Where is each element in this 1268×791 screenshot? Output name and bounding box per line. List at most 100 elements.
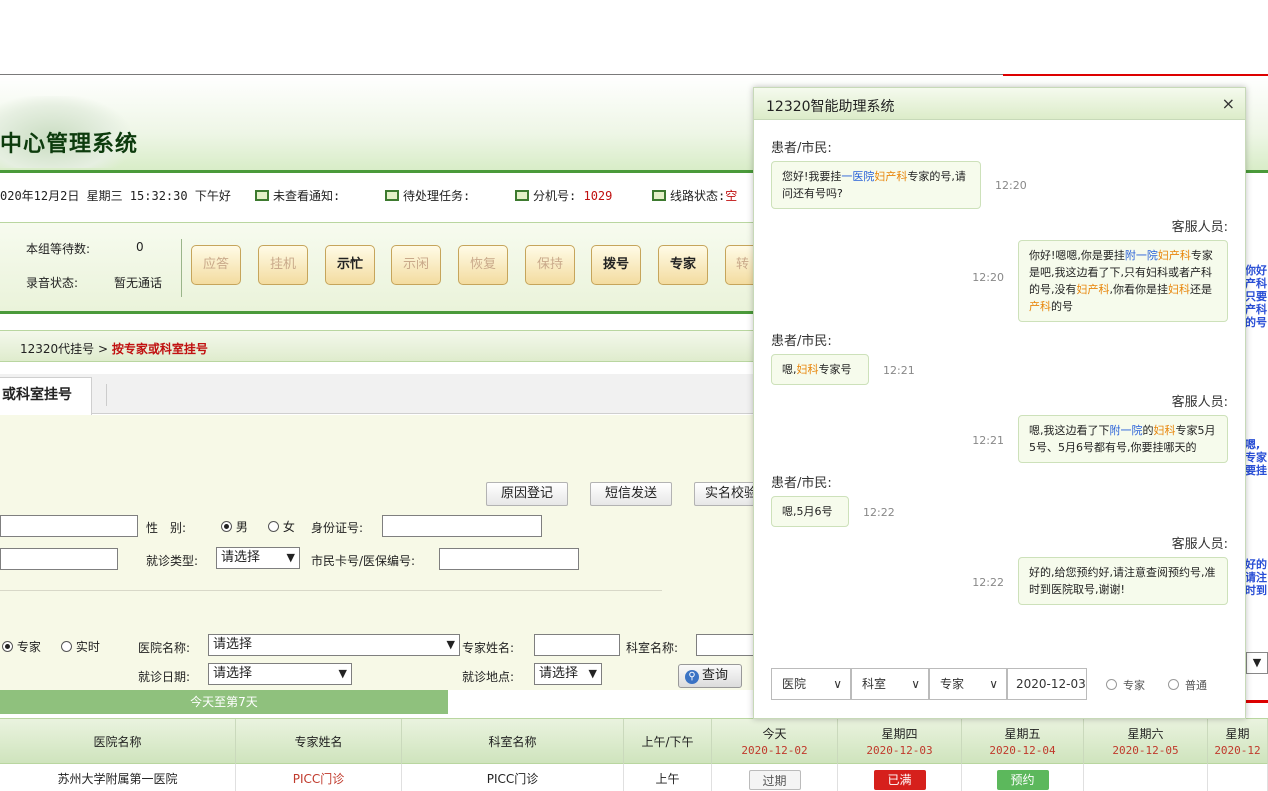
header-date: 2020-12 [1214,744,1261,757]
toolbar-button-4[interactable]: 恢复 [458,245,508,285]
footer-hospital-select[interactable]: 医院 ∨ [771,668,851,700]
header-label: 星期四 [881,727,918,741]
fragment-text: 请注 [1245,571,1267,584]
phone-input[interactable] [0,548,118,570]
queue-value: 0 [136,240,144,254]
footer-radio-expert[interactable]: 专家 [1106,677,1145,693]
chevron-down-icon: ▼ [286,551,295,564]
message-text: 妇科 [1153,424,1176,437]
message-text: 妇产科 [1157,249,1191,262]
cell-expert[interactable]: PICC门诊 [236,764,402,791]
line-status-label: 线路状态: [670,189,726,203]
message-text: 好的,给您预约好,请注意查阅预约号,准时到医院取号,谢谢! [1029,566,1216,596]
toolbar-button-3[interactable]: 示闲 [391,245,441,285]
header-date: 2020-12-03 [866,744,933,757]
mode-realtime-option[interactable]: 实时 [61,638,100,655]
header-label: 医院名称 [93,735,142,749]
sender-label-patient: 患者/市民: [771,476,832,491]
footer-radio-normal[interactable]: 普通 [1168,677,1207,693]
sms-send-button[interactable]: 短信发送 [590,482,672,506]
message-text: 嗯,5月6号 [782,505,833,518]
message-text: 妇产科 [874,170,908,183]
fragment-text: 好的 [1245,558,1267,571]
right-edge-select[interactable]: ▼ [1246,652,1268,674]
message-text: 产科 [1029,300,1051,313]
toolbar-button-6[interactable]: 拨号 [591,245,641,285]
message-text: 妇科 [1168,283,1190,296]
dept-name-input[interactable] [696,634,760,656]
table-header-cell: 上午/下午 [624,719,712,765]
chevron-down-icon: ∨ [911,677,920,691]
card-number-input[interactable] [439,548,579,570]
hospital-value: 请选择 [213,637,253,652]
message-timestamp: 12:22 [863,506,895,519]
table-header-cell: 医院名称 [0,719,236,765]
sender-label-patient: 患者/市民: [771,334,832,349]
right-fragment-2: 嗯, 专家 要挂 [1245,438,1268,477]
name-input[interactable] [0,515,138,537]
hospital-label: 医院名称: [138,641,191,655]
dept-name-label: 科室名称: [626,641,679,655]
radio-realtime[interactable] [61,641,72,652]
fragment-text: 产科 [1245,303,1267,316]
realname-verify-button[interactable]: 实名校验 [694,482,760,506]
pending-tasks[interactable]: 待处理任务: [385,187,470,204]
header-date: 2020-12-02 [741,744,808,757]
table-row: 苏州大学附属第一医院 PICC门诊 PICC门诊 上午 过期 已满 预约 [0,764,1268,791]
place-select[interactable]: 请选择 ▼ [534,663,602,685]
gender-female-option[interactable]: 女 [268,518,295,535]
gender-male-option[interactable]: 男 [221,518,248,535]
visit-type-select[interactable]: 请选择 ▼ [216,547,300,569]
header-date: 2020-12-04 [989,744,1056,757]
radio-female[interactable] [268,521,279,532]
line-status: 线路状态:空 [652,187,737,204]
notice-icon [255,190,269,201]
close-icon[interactable]: × [1222,94,1235,113]
date-select[interactable]: 请选择 ▼ [208,663,352,685]
message-text: 妇科 [796,363,819,376]
task-icon [385,190,399,201]
header-label: 星期五 [1004,727,1041,741]
date-label: 就诊日期: [138,670,191,684]
unread-notice[interactable]: 未查看通知: [255,187,340,204]
toolbar-button-5[interactable]: 保持 [525,245,575,285]
fragment-text: 产科 [1245,277,1267,290]
hospital-select[interactable]: 请选择 ▼ [208,634,460,656]
mode-expert-option[interactable]: 专家 [2,638,41,655]
chat-message-bubble: 您好!我要挂一医院妇产科专家的号,请问还有号吗? [771,161,981,209]
header-date: 2020-12-05 [1112,744,1179,757]
expert-name-input[interactable] [534,634,620,656]
message-text: 还是 [1190,283,1212,296]
table-header-cell: 科室名称 [402,719,624,765]
toolbar-button-7[interactable]: 专家 [658,245,708,285]
breadcrumb-trail: 12320代挂号 > 按专家或科室挂号 [20,340,208,357]
tab-expert-registration[interactable]: 或科室挂号 [0,377,92,415]
footer-dept-select[interactable]: 科室 ∨ [851,668,929,700]
header-label: 上午/下午 [641,735,694,749]
sender-label-agent: 客服人员: [1171,220,1228,235]
message-timestamp: 12:21 [972,434,1004,447]
table-header-cell: 今天 2020-12-02 [712,719,838,765]
footer-hospital-value: 医院 [782,677,807,691]
breadcrumb-parent[interactable]: 12320代挂号 [20,342,94,356]
message-timestamp: 12:21 [883,364,915,377]
footer-radio-expert-label: 专家 [1123,679,1145,692]
schedule-table-header: 医院名称 专家姓名 科室名称 上午/下午 今天 2020-12-02 星期四 2020-12-… [0,718,1268,765]
toolbar-button-2[interactable]: 示忙 [325,245,375,285]
id-number-input[interactable] [382,515,542,537]
footer-radio-normal-label: 普通 [1185,679,1207,692]
footer-date-input[interactable]: 2020-12-03 [1007,668,1087,700]
radio-male[interactable] [221,521,232,532]
query-button[interactable]: ⚲ 查询 [678,664,742,688]
book-button[interactable]: 预约 [996,769,1049,790]
toolbar-button-0[interactable]: 应答 [191,245,241,285]
reason-register-button[interactable]: 原因登记 [486,482,568,506]
breadcrumb: 12320代挂号 > 按专家或科室挂号 [0,330,760,362]
table-header-cell: 专家姓名 [236,719,402,765]
message-text: 你好!嗯嗯,你是要挂 [1029,249,1125,262]
toolbar-button-1[interactable]: 挂机 [258,245,308,285]
radio-expert[interactable] [2,641,13,652]
cell-fri: 预约 [962,764,1084,791]
extension-label: 分机号: [533,189,577,203]
footer-expert-select[interactable]: 专家 ∨ [929,668,1007,700]
